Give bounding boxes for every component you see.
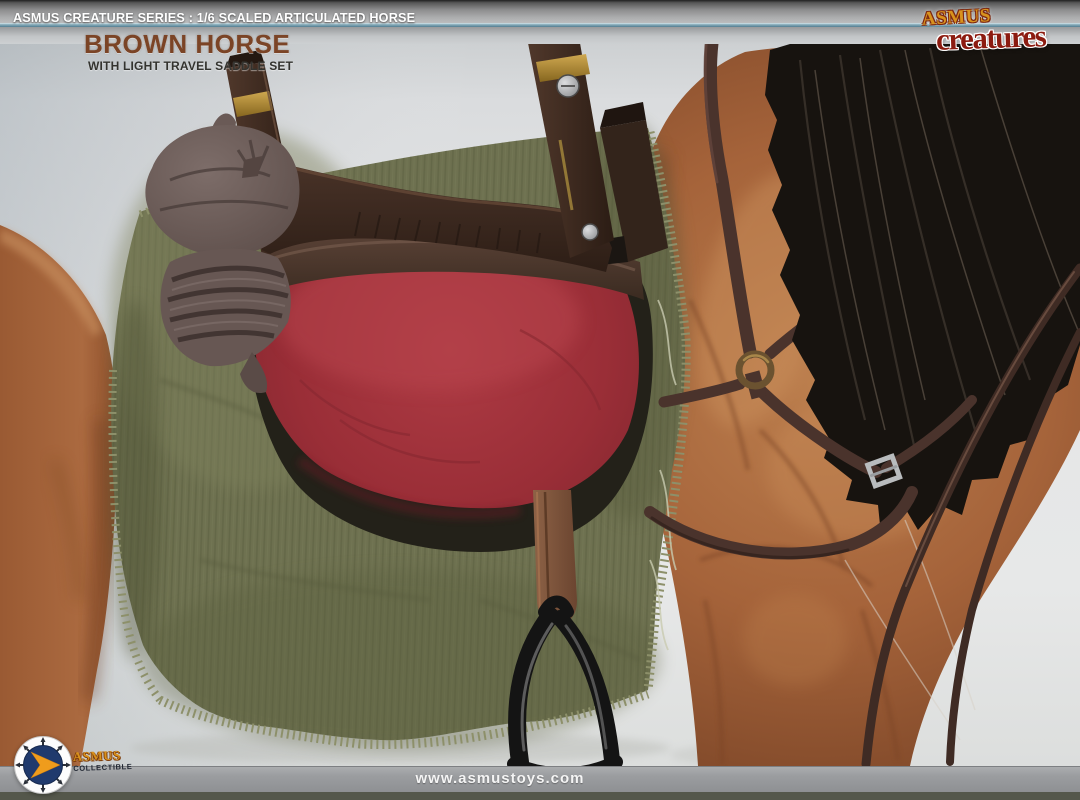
footer-bottom-band xyxy=(0,792,1080,800)
website-url: www.asmustoys.com xyxy=(416,770,585,787)
badge-sub-label: COLLECTIBLE xyxy=(73,763,132,773)
page-title: BROWN HORSE xyxy=(84,31,293,57)
brand-wordmark-creatures: creatures xyxy=(935,18,1046,58)
product-photo xyxy=(0,43,1080,766)
saddle-red-pad xyxy=(253,246,639,514)
product-card: ASMUS CREATURE SERIES : 1/6 SCALED ARTIC… xyxy=(0,0,1080,800)
page-subtitle: WITH LIGHT TRAVEL SADDLE SET xyxy=(88,60,293,72)
badge-brand-wordmark: ASMUS xyxy=(73,748,133,763)
title-block: BROWN HORSE WITH LIGHT TRAVEL SADDLE SET xyxy=(84,31,293,72)
collectible-badge-icon xyxy=(13,735,73,795)
series-line: ASMUS CREATURE SERIES : 1/6 SCALED ARTIC… xyxy=(13,10,415,25)
badge-text: ASMUS COLLECTIBLE xyxy=(73,748,133,773)
